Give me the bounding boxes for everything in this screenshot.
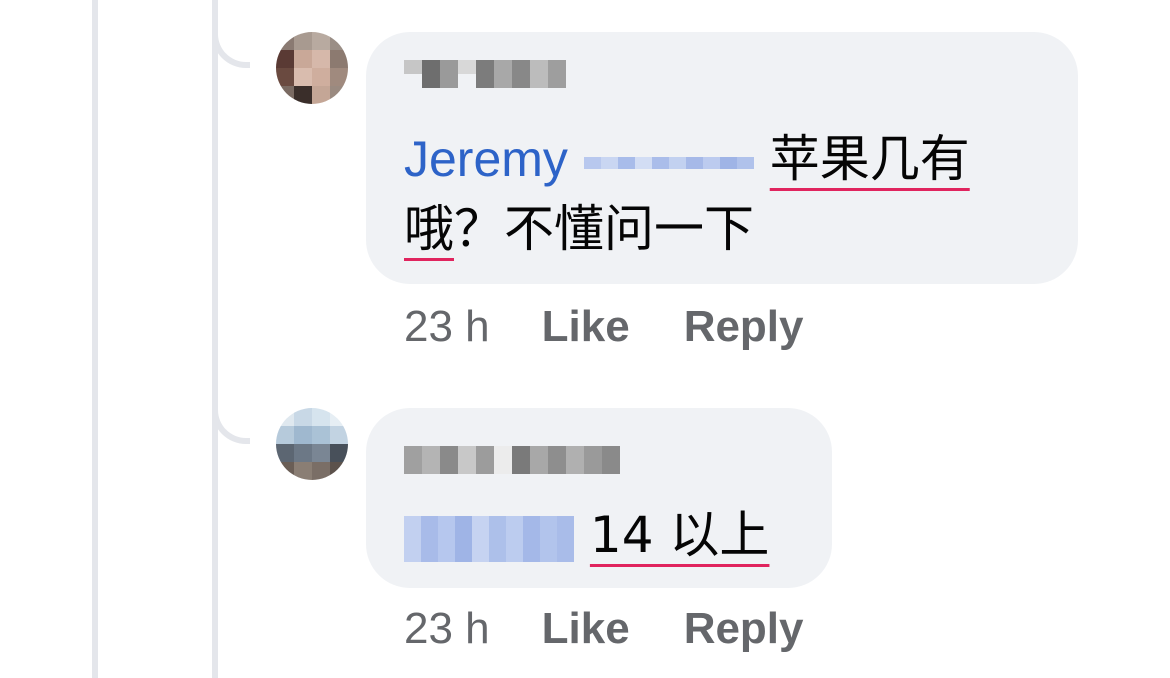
comment-text: 14 以上 — [404, 500, 824, 570]
comment-actions: 23 h Like Reply — [404, 604, 858, 654]
avatar[interactable] — [276, 408, 348, 480]
comment-text: Jeremy 苹果几有 哦？不懂问一下 — [404, 124, 1054, 264]
reply-button[interactable]: Reply — [684, 302, 804, 352]
thread-line-inner — [212, 0, 218, 678]
mention-redacted[interactable] — [404, 515, 574, 562]
mention-link[interactable]: Jeremy — [404, 131, 568, 187]
commenter-name-redacted[interactable] — [404, 446, 620, 474]
avatar[interactable] — [276, 32, 348, 104]
reply-button[interactable]: Reply — [684, 604, 804, 654]
commenter-name-redacted[interactable] — [404, 60, 566, 88]
like-button[interactable]: Like — [542, 302, 630, 352]
comment-text-tail: ？不懂问一下 — [454, 200, 754, 258]
timestamp[interactable]: 23 h — [404, 604, 490, 654]
spellcheck-flagged-text: 14 以上 — [589, 506, 770, 564]
comment-bubble: 14 以上 — [366, 408, 832, 588]
timestamp[interactable]: 23 h — [404, 302, 490, 352]
thread-line-outer — [92, 0, 98, 678]
spellcheck-flagged-text: 苹果几有 — [769, 130, 970, 188]
comment-actions: 23 h Like Reply — [404, 302, 858, 352]
spellcheck-flagged-text: 哦 — [404, 200, 454, 258]
mention-surname-redacted[interactable] — [583, 156, 754, 169]
like-button[interactable]: Like — [542, 604, 630, 654]
comment-bubble: Jeremy 苹果几有 哦？不懂问一下 — [366, 32, 1078, 284]
